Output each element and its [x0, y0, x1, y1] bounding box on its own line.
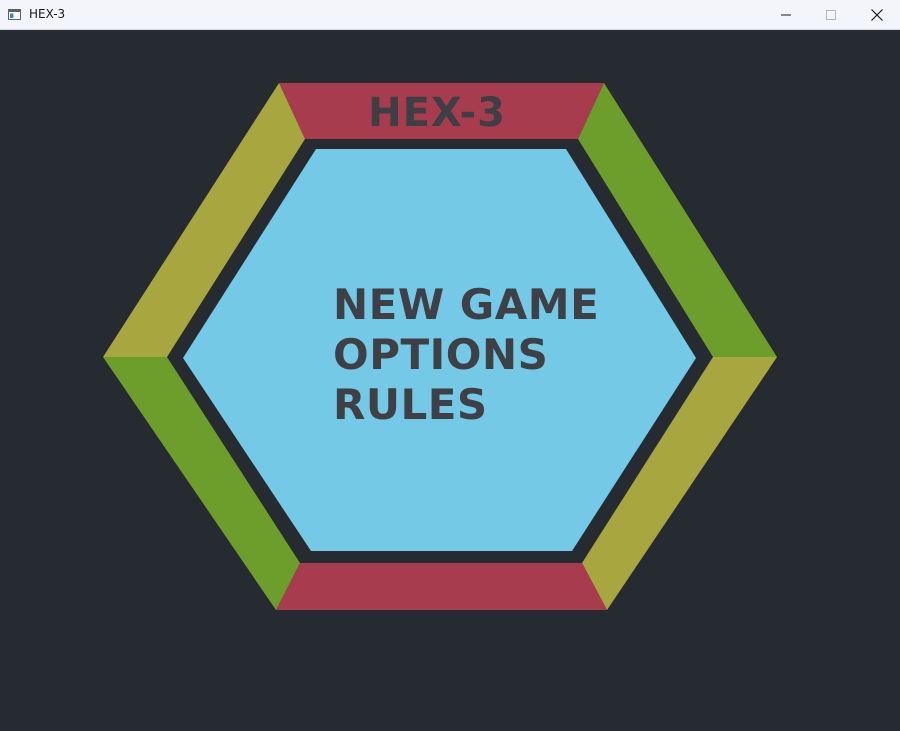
close-button[interactable]: [854, 0, 900, 30]
app-window-icon: [8, 9, 21, 20]
window-titlebar[interactable]: HEX-3: [0, 0, 900, 30]
menu-item-new-game[interactable]: NEW GAME: [333, 280, 599, 330]
menu-item-rules[interactable]: RULES: [333, 380, 599, 430]
maximize-icon: [826, 10, 836, 20]
minimize-button[interactable]: [763, 0, 809, 30]
window-title: HEX-3: [29, 7, 66, 21]
main-menu: NEW GAME OPTIONS RULES: [333, 280, 599, 430]
maximize-button[interactable]: [808, 0, 854, 30]
game-title: HEX-3: [368, 90, 506, 136]
close-icon: [871, 9, 883, 21]
minimize-icon: [781, 14, 791, 16]
hex-side-bottom: [276, 563, 607, 610]
menu-item-options[interactable]: OPTIONS: [333, 330, 599, 380]
game-canvas[interactable]: HEX-3 NEW GAME OPTIONS RULES: [0, 31, 900, 731]
